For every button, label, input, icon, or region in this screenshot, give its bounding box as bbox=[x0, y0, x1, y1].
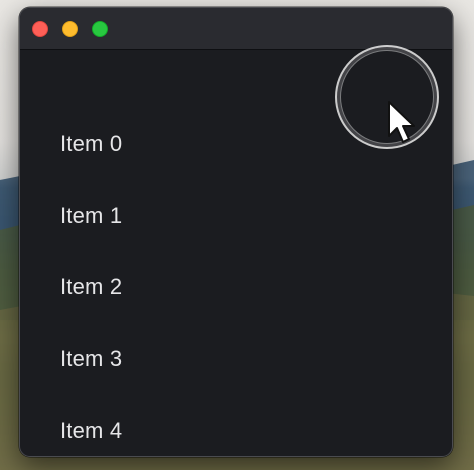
list-item-2[interactable]: Item 2 bbox=[60, 270, 122, 304]
maximize-window-button[interactable] bbox=[92, 21, 108, 37]
close-window-button[interactable] bbox=[32, 21, 48, 37]
app-window: Item 0 Item 1 Item 2 Item 3 Item 4 bbox=[19, 7, 453, 457]
minimize-window-button[interactable] bbox=[62, 21, 78, 37]
window-titlebar[interactable] bbox=[20, 8, 452, 50]
list-item-0[interactable]: Item 0 bbox=[60, 127, 122, 161]
list-item-4[interactable]: Item 4 bbox=[60, 414, 122, 448]
list-item-3[interactable]: Item 3 bbox=[60, 342, 122, 376]
list-item-1[interactable]: Item 1 bbox=[60, 199, 122, 233]
